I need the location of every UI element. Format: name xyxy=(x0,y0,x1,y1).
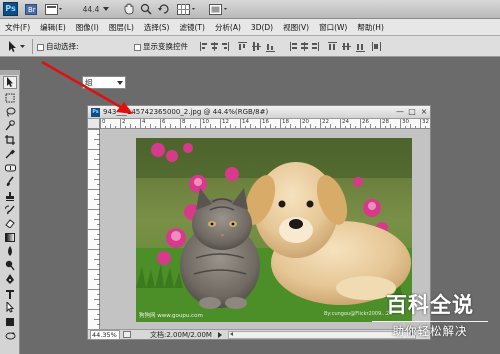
watermark-divider xyxy=(372,321,488,322)
watermark: 百科全说 助你轻松解决 xyxy=(366,290,494,350)
watermark-sub-text: 助你轻松解决 xyxy=(392,324,468,338)
annotation-arrow-shaft xyxy=(41,60,127,112)
annotation-arrow-head xyxy=(116,102,133,114)
watermark-main-text: 百科全说 xyxy=(386,293,474,317)
